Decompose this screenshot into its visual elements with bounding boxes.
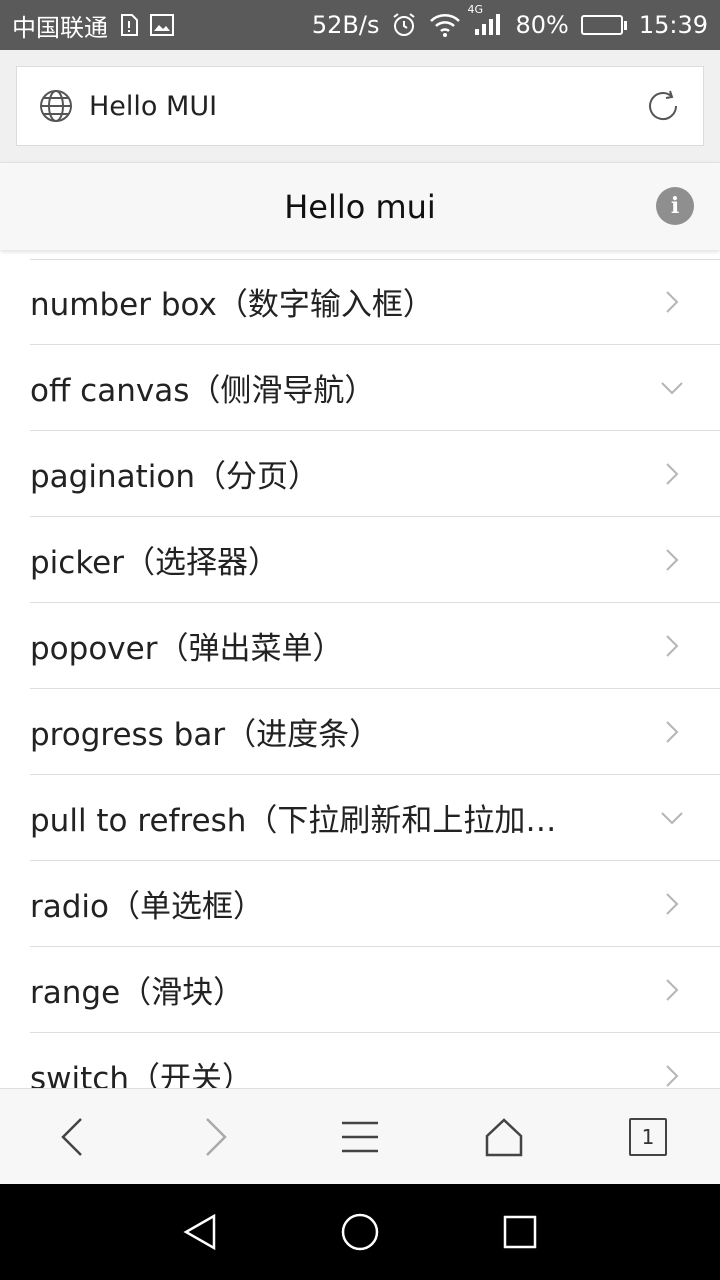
list-item-label: progress bar（进度条） <box>30 717 381 753</box>
list-item[interactable]: progress bar（进度条） <box>30 689 720 775</box>
chevron-right-icon <box>660 892 684 916</box>
list-item-label: number box（数字输入框） <box>30 287 434 323</box>
browser-toolbar: 1 <box>0 1088 720 1184</box>
menu-button[interactable] <box>320 1097 400 1177</box>
list-item[interactable]: radio（单选框） <box>30 861 720 947</box>
battery-icon <box>580 15 627 35</box>
address-bar[interactable]: Hello MUI <box>16 66 704 146</box>
menu-icon <box>342 1121 378 1152</box>
system-back-button[interactable] <box>160 1192 240 1272</box>
wifi-icon <box>429 13 461 37</box>
cellular-signal-icon: 4G <box>467 3 503 37</box>
circle-home-icon <box>341 1213 379 1251</box>
chevron-right-icon <box>660 978 684 1002</box>
list-item[interactable]: pull to refresh（下拉刷新和上拉加… <box>30 775 720 861</box>
list-item[interactable]: off canvas（侧滑导航） <box>30 345 720 431</box>
list-item[interactable]: switch（开关） <box>30 1033 720 1088</box>
square-recents-icon <box>503 1215 537 1249</box>
nav-bar: Hello mui i <box>0 162 720 250</box>
chevron-right-icon <box>660 1064 684 1088</box>
globe-icon <box>39 89 73 123</box>
list-item-label: range（滑块） <box>30 975 245 1011</box>
list-item-label: picker（选择器） <box>30 545 279 581</box>
list-item[interactable]: picker（选择器） <box>30 517 720 603</box>
status-bar: 中国联通 52B/s 4G 80% 15:39 <box>0 0 720 50</box>
system-recents-button[interactable] <box>480 1192 560 1272</box>
chevron-right-icon <box>660 720 684 744</box>
list-item[interactable]: pagination（分页） <box>30 431 720 517</box>
address-text: Hello MUI <box>89 90 218 122</box>
image-notification-icon <box>150 14 174 36</box>
home-button[interactable] <box>464 1097 544 1177</box>
list-item-label: switch（开关） <box>30 1061 253 1088</box>
list-item-label: popover（弹出菜单） <box>30 631 344 667</box>
chevron-right-icon <box>660 290 684 314</box>
list-item[interactable]: popover（弹出菜单） <box>30 603 720 689</box>
sim-alert-icon <box>118 13 140 37</box>
system-home-button[interactable] <box>320 1192 400 1272</box>
address-bar-area: Hello MUI <box>0 50 720 162</box>
carrier-name: 中国联通 <box>12 13 108 42</box>
page-title: Hello mui <box>284 187 436 226</box>
clock: 15:39 <box>638 11 708 39</box>
chevron-down-icon <box>660 806 684 830</box>
list-item-label: pull to refresh（下拉刷新和上拉加… <box>30 803 557 839</box>
triangle-back-icon <box>183 1213 216 1251</box>
forward-button[interactable] <box>176 1097 256 1177</box>
chevron-right-icon <box>660 634 684 658</box>
component-list: number box（数字输入框） off canvas（侧滑导航） paginat… <box>0 250 720 1088</box>
alarm-icon <box>391 12 417 38</box>
list-item-label: radio（单选框） <box>30 889 264 925</box>
home-icon <box>485 1117 523 1156</box>
list-item-label: off canvas（侧滑导航） <box>30 373 376 409</box>
list-item[interactable]: range（滑块） <box>30 947 720 1033</box>
tab-count: 1 <box>629 1117 667 1156</box>
network-type: 4G <box>467 3 484 16</box>
info-icon[interactable]: i <box>656 187 694 225</box>
battery-percent: 80% <box>515 11 569 39</box>
chevron-right-icon <box>660 462 684 486</box>
list-item-label: pagination（分页） <box>30 459 319 495</box>
chevron-right-icon <box>660 548 684 572</box>
chevron-right-icon <box>206 1117 227 1156</box>
back-button[interactable] <box>32 1097 112 1177</box>
chevron-down-icon <box>660 376 684 400</box>
refresh-icon[interactable] <box>643 86 683 126</box>
system-navigation-bar <box>0 1184 720 1280</box>
tabs-button[interactable]: 1 <box>608 1097 688 1177</box>
list-item[interactable]: number box（数字输入框） <box>30 259 720 345</box>
chevron-left-icon <box>61 1117 82 1156</box>
network-speed: 52B/s <box>311 11 380 39</box>
